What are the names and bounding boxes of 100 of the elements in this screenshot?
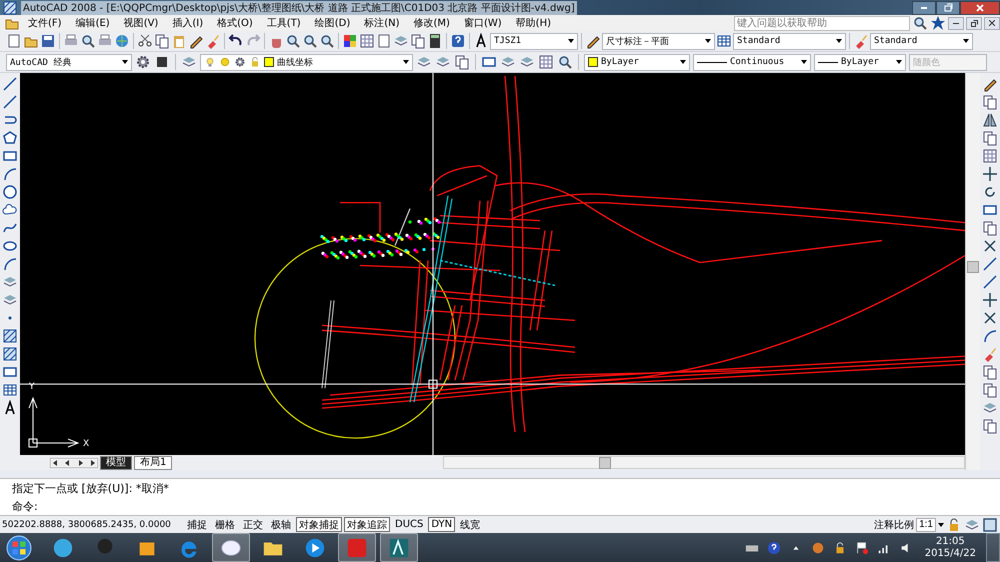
restore-button[interactable]: [966, 16, 982, 30]
status-toggle[interactable]: DYN: [428, 517, 456, 532]
hatch-icon[interactable]: [2, 346, 18, 362]
layout-tab[interactable]: 模型: [100, 456, 132, 470]
grid-icon[interactable]: [982, 148, 998, 164]
close-icon: [989, 20, 995, 26]
start-button[interactable]: [6, 534, 32, 560]
circle-icon[interactable]: [2, 184, 18, 200]
calculator-icon[interactable]: [427, 33, 443, 49]
pages-icon[interactable]: [982, 364, 998, 380]
grid-icon[interactable]: [538, 54, 554, 70]
zoom-icon[interactable]: [319, 33, 335, 49]
pages-icon[interactable]: [982, 382, 998, 398]
menu-item[interactable]: 窗口(W): [458, 16, 508, 30]
pages-icon[interactable]: [454, 54, 470, 70]
arc-icon[interactable]: [2, 166, 18, 182]
copy-icon[interactable]: [982, 94, 998, 110]
pages-icon[interactable]: [982, 130, 998, 146]
clipboard-icon[interactable]: [171, 33, 187, 49]
square-icon[interactable]: [154, 54, 170, 70]
menu-item[interactable]: 插入(I): [166, 16, 210, 30]
copy-icon[interactable]: [154, 33, 170, 49]
layer-dropdown[interactable]: 曲线坐标: [200, 54, 413, 70]
arc-icon[interactable]: [2, 256, 18, 272]
status-toggle[interactable]: 捕捉: [184, 517, 210, 532]
close-button[interactable]: [984, 16, 1000, 30]
magnifier-icon[interactable]: [80, 33, 96, 49]
menu-item[interactable]: 标注(N): [358, 16, 406, 30]
menu-item[interactable]: 工具(T): [260, 16, 307, 30]
line-icon[interactable]: [982, 256, 998, 272]
pages-icon[interactable]: [410, 33, 426, 49]
status-toggle[interactable]: 对象追踪: [344, 517, 390, 532]
navigation-arrows-icon[interactable]: [50, 458, 98, 468]
horizontal-scrollbar[interactable]: [443, 456, 965, 469]
status-toggle[interactable]: 栅格: [212, 517, 238, 532]
text-style-dropdown[interactable]: TJSZ1: [490, 32, 578, 50]
status-toggle[interactable]: 正交: [240, 517, 266, 532]
workspace-dropdown[interactable]: AutoCAD 经典: [6, 54, 132, 70]
save-icon[interactable]: [40, 33, 56, 49]
taskbar-app[interactable]: [212, 533, 250, 562]
arc-icon[interactable]: [982, 328, 998, 344]
table-icon[interactable]: [2, 382, 18, 398]
star-icon[interactable]: [930, 15, 946, 31]
linetype-dropdown[interactable]: Continuous: [693, 54, 811, 70]
table-icon[interactable]: [716, 33, 732, 49]
restore-button[interactable]: [936, 0, 960, 14]
minimize-button[interactable]: [912, 0, 936, 14]
cross-icon[interactable]: [982, 238, 998, 254]
move-icon[interactable]: [982, 292, 998, 308]
menu-item[interactable]: 绘图(D): [308, 16, 356, 30]
menu-item[interactable]: 文件(F): [22, 16, 68, 30]
status-toggle[interactable]: DUCS: [392, 517, 426, 532]
help-search-field[interactable]: 键入问题以获取帮助: [734, 16, 910, 30]
window-icon[interactable]: [982, 516, 998, 532]
lineweight-dropdown[interactable]: ByLayer: [814, 54, 906, 70]
menu-item[interactable]: 帮助(H): [510, 16, 557, 30]
status-toggle[interactable]: 极轴: [268, 517, 294, 532]
flag-icon[interactable]: [854, 540, 869, 554]
annotation-scale-dropdown[interactable]: 1:1: [916, 518, 936, 532]
hatch-icon[interactable]: [2, 328, 18, 344]
menu-item[interactable]: 修改(M): [408, 16, 456, 30]
menu-item[interactable]: 格式(O): [211, 16, 259, 30]
lock-icon: [249, 56, 261, 68]
menu-item[interactable]: 编辑(E): [70, 16, 116, 30]
pages-icon[interactable]: [982, 220, 998, 236]
magnifier-icon[interactable]: [557, 54, 573, 70]
zoom-icon[interactable]: [302, 33, 318, 49]
color-dropdown[interactable]: ByLayer: [584, 54, 690, 70]
zoom-icon[interactable]: [285, 33, 301, 49]
taskbar-clock[interactable]: 21:05 2015/4/22: [924, 536, 976, 560]
cross-icon[interactable]: [982, 310, 998, 326]
menu-item[interactable]: 视图(V): [118, 16, 164, 30]
multileader-style-dropdown[interactable]: Standard: [870, 32, 973, 50]
status-toggle[interactable]: 线宽: [457, 517, 484, 532]
table-style-dropdown[interactable]: Standard: [733, 32, 846, 50]
polygon-icon[interactable]: [2, 130, 18, 146]
caret-icon: [801, 60, 807, 64]
gear-icon[interactable]: [135, 54, 151, 70]
scissors-icon[interactable]: [137, 33, 153, 49]
caret-icon[interactable]: [938, 522, 944, 526]
taskbar-app[interactable]: [380, 533, 418, 562]
line-icon[interactable]: [982, 274, 998, 290]
line-icon[interactable]: [2, 76, 18, 92]
layout-tab[interactable]: 布局1: [134, 456, 172, 470]
status-toggle[interactable]: 对象捕捉: [296, 517, 342, 532]
globe-icon[interactable]: [114, 33, 130, 49]
command-prompt[interactable]: 命令:: [12, 498, 38, 514]
help-icon[interactable]: [450, 33, 466, 49]
pages-icon[interactable]: [982, 418, 998, 434]
help-icon[interactable]: [766, 540, 781, 554]
search-icon[interactable]: [912, 15, 928, 31]
minimize-icon: [920, 6, 928, 8]
minimize-button[interactable]: [948, 16, 964, 30]
move-icon[interactable]: [982, 166, 998, 182]
vertical-scrollbar[interactable]: [965, 73, 980, 470]
line-icon[interactable]: [2, 94, 18, 110]
mirror-icon[interactable]: [982, 112, 998, 128]
close-button[interactable]: [960, 0, 1000, 14]
dimension-style-dropdown[interactable]: 尺寸标注－平面: [602, 32, 715, 50]
grid-icon[interactable]: [359, 33, 375, 49]
